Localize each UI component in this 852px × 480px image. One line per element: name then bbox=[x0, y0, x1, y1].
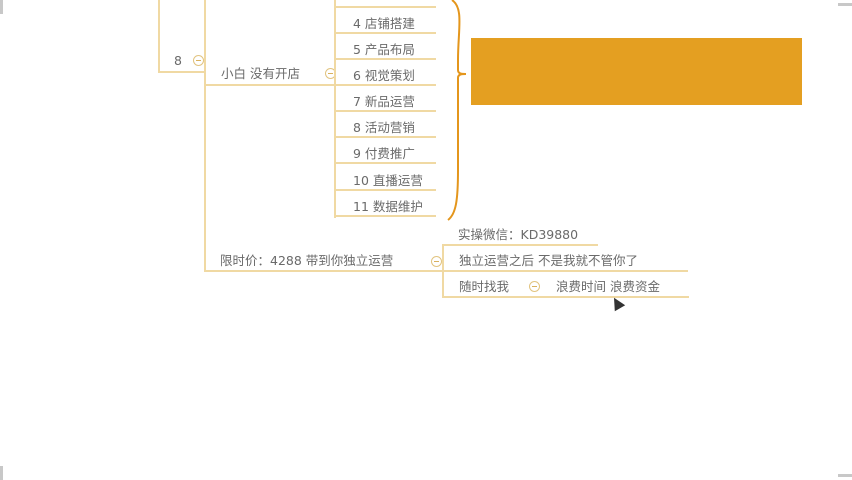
node-xiaobai[interactable]: 小白 没有开店 bbox=[221, 66, 300, 82]
node-anytime[interactable]: 随时找我 bbox=[459, 279, 509, 295]
node-wechat[interactable]: 实操微信：KD39880 bbox=[458, 227, 578, 243]
step-item-label: 4 店铺搭建 bbox=[353, 16, 415, 31]
collapse-toggle-icon[interactable] bbox=[431, 256, 442, 267]
step-item[interactable]: 10 直播运营 bbox=[336, 165, 436, 191]
node-wechat-underline bbox=[442, 244, 598, 246]
corner-bottom-left bbox=[0, 466, 3, 480]
summary-bracket bbox=[447, 0, 467, 221]
step-item[interactable]: 6 视觉策划 bbox=[336, 60, 436, 86]
step-item-label: 8 活动营销 bbox=[353, 120, 415, 135]
node-after[interactable]: 独立运营之后 不是我就不管你了 bbox=[459, 253, 638, 269]
step-item-label: 5 产品布局 bbox=[353, 42, 415, 57]
trunk-8-underline bbox=[158, 71, 206, 73]
step-item-label: 7 新品运营 bbox=[353, 94, 415, 109]
step-item[interactable]: 11 数据维护 bbox=[336, 191, 436, 217]
step-item[interactable]: 8 活动营销 bbox=[336, 112, 436, 138]
step-item[interactable]: 4 店铺搭建 bbox=[336, 8, 436, 34]
step-item-underline bbox=[336, 215, 436, 217]
corner-top-left bbox=[0, 0, 3, 14]
node-after-underline bbox=[442, 270, 688, 272]
corner-top-right bbox=[838, 3, 852, 6]
highlight-banner bbox=[471, 38, 802, 105]
step-item-label: 6 视觉策划 bbox=[353, 68, 415, 83]
step-item-underline bbox=[336, 162, 436, 164]
step-item[interactable]: 5 产品布局 bbox=[336, 34, 436, 60]
step-item[interactable]: 7 新品运营 bbox=[336, 86, 436, 112]
step-item-label: 10 直播运营 bbox=[353, 173, 423, 188]
node-price-underline bbox=[206, 270, 442, 272]
collapse-toggle-icon[interactable] bbox=[529, 281, 540, 292]
corner-bottom-right bbox=[838, 474, 852, 477]
step-item-label: 9 付费推广 bbox=[353, 146, 415, 161]
step-item-label: 11 数据维护 bbox=[353, 199, 423, 214]
node-xiaobai-underline bbox=[206, 84, 334, 86]
trunk-vertical bbox=[158, 0, 160, 73]
branch-vertical bbox=[204, 0, 206, 272]
node-8[interactable]: 8 bbox=[174, 53, 182, 69]
collapse-toggle-icon[interactable] bbox=[193, 55, 204, 66]
node-waste[interactable]: 浪费时间 浪费资金 bbox=[556, 279, 660, 295]
step-item[interactable]: 9 付费推广 bbox=[336, 138, 436, 164]
node-price[interactable]: 限时价：4288 带到你独立运营 bbox=[220, 253, 393, 269]
node-anytime-underline bbox=[442, 296, 689, 298]
